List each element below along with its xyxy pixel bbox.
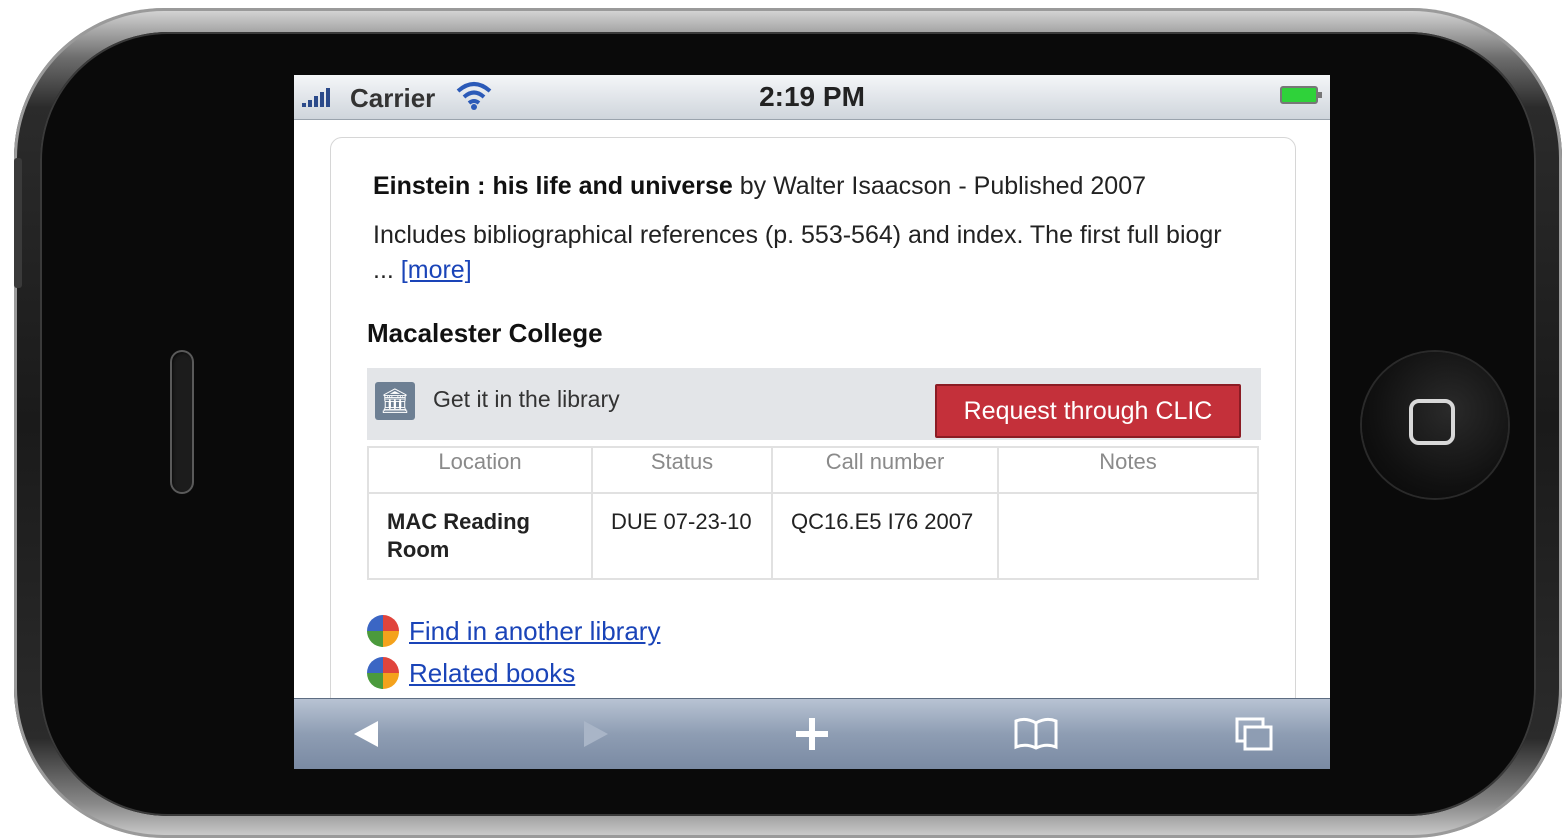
worldcat-icon [367,615,399,647]
cell-notes [997,492,1259,580]
related-books-link[interactable]: Related books [409,658,575,689]
cell-location: MAC Reading Room [367,492,593,580]
get-it-bar: 🏛 Get it in the library Request through … [367,368,1261,440]
book-title-line: Einstein : his life and universe by Walt… [373,172,1146,201]
request-button[interactable]: Request through CLIC [935,384,1241,438]
plus-icon[interactable] [782,709,842,759]
record-card: Einstein : his life and universe by Walt… [330,137,1296,769]
description-text: Includes bibliographical references (p. … [373,221,1222,284]
pages-icon[interactable] [1224,709,1284,759]
status-bar: Carrier 2:19 PM [294,75,1330,120]
library-building-icon: 🏛 [375,382,415,420]
library-name: Macalester College [367,318,603,348]
cell-call-number: QC16.E5 I76 2007 [771,492,999,580]
clock: 2:19 PM [759,81,865,112]
more-link[interactable]: [more] [401,256,472,284]
home-button[interactable] [1362,352,1508,498]
book-byline: by Walter Isaacson - Published 2007 [732,172,1147,200]
find-another-library-link[interactable]: Find in another library [409,616,660,647]
volume-button [14,158,22,288]
book-title[interactable]: Einstein : his life and universe [373,172,733,200]
col-header-notes: Notes [997,446,1259,494]
table-row: MAC Reading Room DUE 07-23-10 QC16.E5 I7… [367,492,1259,580]
col-header-location: Location [367,446,593,494]
cell-status: DUE 07-23-10 [591,492,773,580]
list-item: Find in another library [367,610,660,652]
get-it-label: Get it in the library [433,386,620,412]
book-description: Includes bibliographical references (p. … [373,218,1233,288]
forward-arrow-icon[interactable] [566,709,626,759]
worldcat-icon [367,657,399,689]
col-header-status: Status [591,446,773,494]
related-links: Find in another library Related books [367,610,660,694]
holdings-table: Location Status Call number Notes MAC Re… [367,446,1259,580]
battery-icon [1280,86,1322,104]
list-item: Related books [367,652,660,694]
screen: Carrier 2:19 PM Einstein : his life and … [294,75,1330,769]
col-header-call-number: Call number [771,446,999,494]
home-square-icon [1409,399,1455,445]
earpiece-speaker [170,350,194,494]
safari-toolbar [294,698,1330,769]
back-arrow-icon[interactable] [336,709,396,759]
table-header-row: Location Status Call number Notes [367,446,1259,494]
book-icon[interactable] [1006,709,1066,759]
